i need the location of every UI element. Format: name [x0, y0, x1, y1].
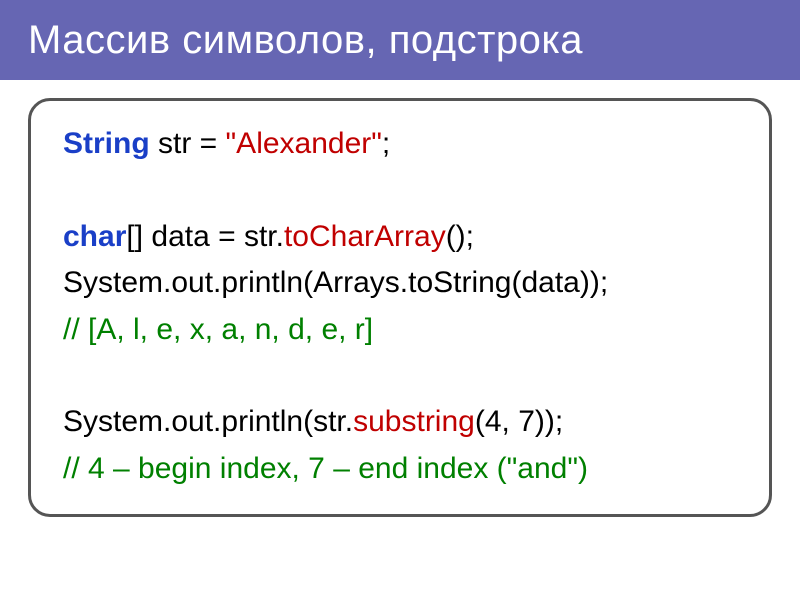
slide-title-bar: Массив символов, подстрока [0, 0, 800, 80]
code-line-1: String str = "Alexander"; [63, 121, 761, 168]
slide-title: Массив символов, подстрока [28, 18, 583, 63]
code-line-5: System.out.println(str.substring(4, 7)); [63, 399, 761, 446]
keyword-char: char [63, 220, 126, 253]
method-substring: substring [353, 405, 475, 438]
code-line-3: System.out.println(Arrays.toString(data)… [63, 260, 761, 307]
text: (4, 7)); [475, 405, 563, 438]
code-line-4: // [A, l, e, x, a, n, d, e, r] [63, 307, 761, 354]
blank [63, 168, 761, 214]
code-line-6: // 4 – begin index, 7 – end index ("and"… [63, 446, 761, 493]
blank [63, 353, 761, 399]
text: System.out.println(Arrays.toString(data)… [63, 266, 608, 299]
text: str = [150, 127, 226, 160]
method-tochararray: toCharArray [284, 220, 446, 253]
code-panel: String str = "Alexander"; char[] data = … [28, 98, 772, 517]
keyword-string: String [63, 127, 150, 160]
code-line-2: char[] data = str.toCharArray(); [63, 214, 761, 261]
comment: // [A, l, e, x, a, n, d, e, r] [63, 313, 373, 346]
text: System.out.println(str. [63, 405, 353, 438]
text: [] data = str. [126, 220, 284, 253]
text: ; [382, 127, 390, 160]
string-literal: "Alexander" [226, 127, 382, 160]
comment: // 4 – begin index, 7 – end index ("and"… [63, 452, 588, 485]
text: (); [446, 220, 474, 253]
